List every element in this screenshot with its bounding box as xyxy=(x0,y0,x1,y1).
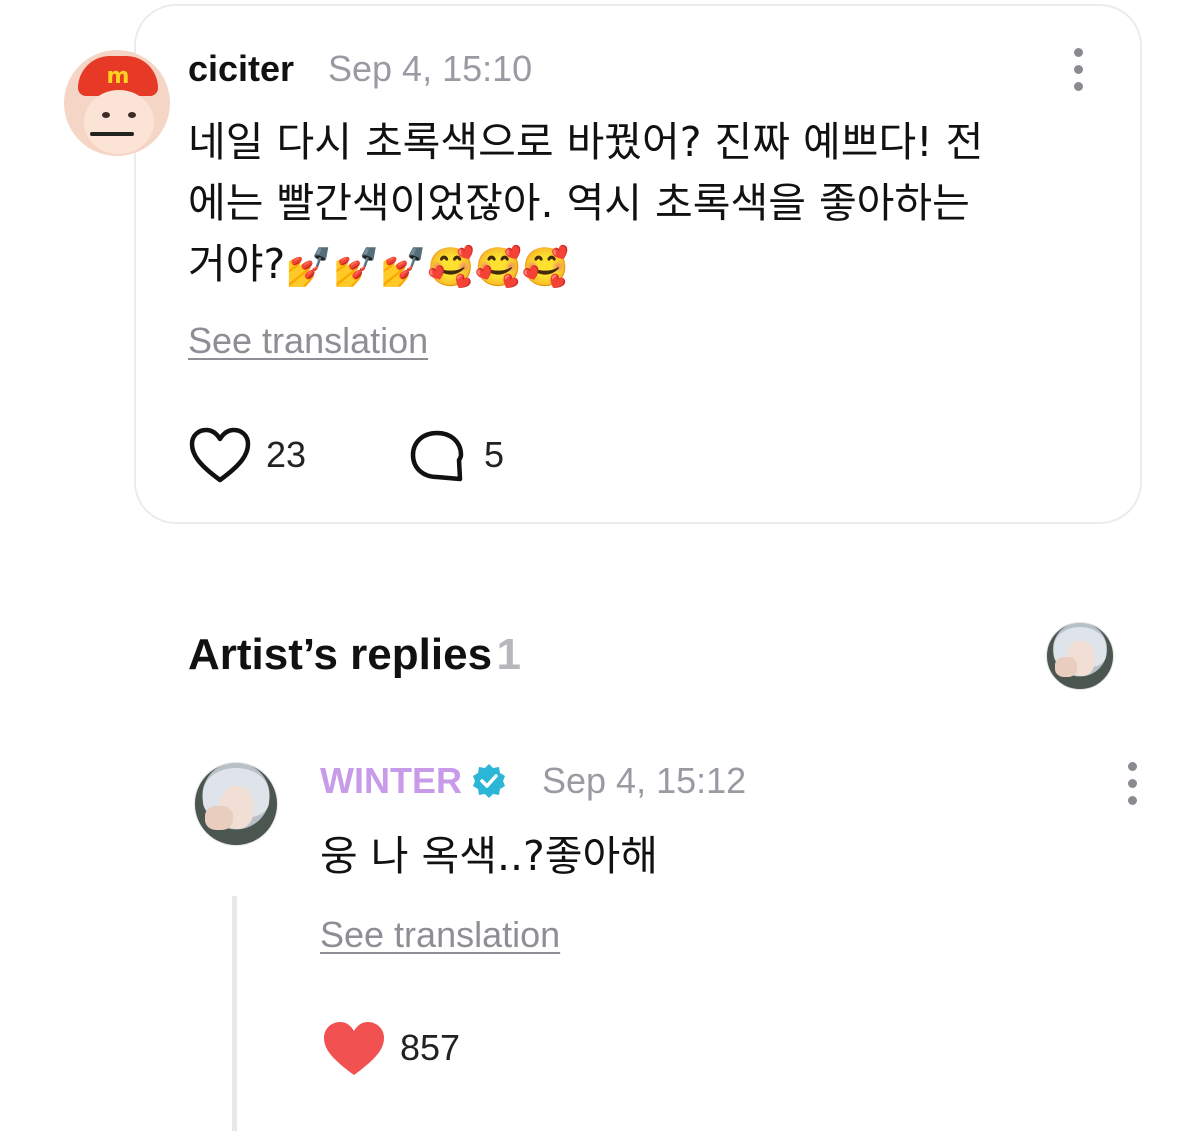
more-vertical-icon[interactable] xyxy=(1068,48,1088,91)
reply-like-count: 857 xyxy=(400,1027,461,1068)
post-username[interactable]: ciciter xyxy=(188,48,294,90)
thread-line xyxy=(232,896,237,1131)
smiling-hearts-emoji: 🥰 xyxy=(521,245,570,289)
post-text-fragment: 거야? xyxy=(188,240,286,288)
smiling-hearts-emoji: 🥰 xyxy=(427,245,475,289)
nail-polish-emoji: 💅 xyxy=(379,245,428,289)
reply-author-avatar[interactable] xyxy=(194,762,278,846)
artist-replies-count: 1 xyxy=(496,630,521,679)
heart-filled-icon[interactable] xyxy=(322,1020,386,1078)
speech-bubble-icon[interactable] xyxy=(408,428,466,484)
nail-polish-emoji: 💅 xyxy=(332,245,380,289)
artist-avatar[interactable] xyxy=(1046,622,1114,690)
reply-username[interactable]: WINTER xyxy=(320,760,462,802)
artist-replies-header: Artist’s replies 1 xyxy=(188,630,521,680)
post-text: 네일 다시 초록색으로 바꿨어? 진짜 예쁘다! 전 에는 빨간색이었잖아. 역… xyxy=(188,112,1088,295)
post-text-line: 거야?💅💅💅🥰🥰🥰 xyxy=(188,234,1088,295)
post-see-translation-link[interactable]: See translation xyxy=(188,320,428,362)
artist-replies-title: Artist’s replies xyxy=(188,630,493,679)
reply-timestamp: Sep 4, 15:12 xyxy=(542,760,747,801)
nail-polish-emoji: 💅 xyxy=(285,245,333,289)
reply-see-translation-link[interactable]: See translation xyxy=(320,914,560,956)
post-text-line: 네일 다시 초록색으로 바꿨어? 진짜 예쁘다! 전 xyxy=(188,118,984,166)
smiling-hearts-emoji: 🥰 xyxy=(474,245,522,289)
reply-text: 웅 나 옥색..?좋아해 xyxy=(320,832,658,880)
reply-author[interactable]: WINTER xyxy=(320,760,508,802)
post-text-line: 에는 빨간색이었잖아. 역시 초록색을 좋아하는 xyxy=(188,179,970,227)
verified-badge-icon xyxy=(472,764,505,798)
post-timestamp: Sep 4, 15:10 xyxy=(328,48,533,89)
more-vertical-icon[interactable] xyxy=(1122,762,1142,805)
user-avatar[interactable]: m xyxy=(64,50,170,156)
post-comment-count: 5 xyxy=(484,434,505,475)
post-like-count: 23 xyxy=(266,434,307,475)
comment-thread-page: m ciciter Sep 4, 15:10 네일 다시 초록색으로 바꿨어? … xyxy=(0,0,1200,1131)
heart-outline-icon[interactable] xyxy=(188,426,252,484)
